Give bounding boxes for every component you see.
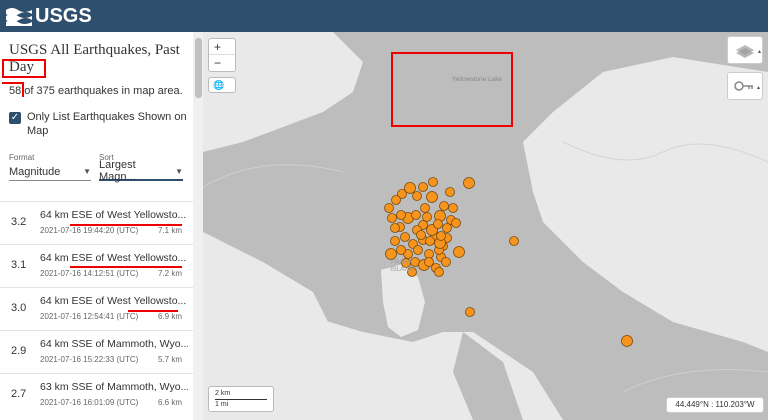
earthquake-marker[interactable]	[621, 335, 633, 347]
earthquake-marker[interactable]	[396, 245, 406, 255]
format-select[interactable]: Magnitude ▼	[9, 163, 91, 181]
only-list-label: Only List Earthquakes Shown on Map	[27, 111, 187, 137]
earthquake-marker[interactable]	[384, 203, 394, 213]
eq-time: 2021-07-16 15:22:33 (UTC)	[40, 355, 139, 364]
earthquake-marker[interactable]	[463, 177, 475, 189]
svg-text:▴: ▴	[757, 84, 760, 91]
eq-magnitude: 3.2	[11, 216, 27, 228]
eq-depth: 7.2 km	[158, 269, 183, 278]
earthquake-marker[interactable]	[390, 223, 400, 233]
eq-depth: 7.1 km	[158, 226, 183, 235]
eq-place: 64 km ESE of West Yellowsto...	[40, 252, 187, 264]
key-icon: ▴	[734, 81, 760, 91]
earthquake-marker[interactable]	[411, 210, 421, 220]
eq-magnitude: 2.7	[11, 388, 27, 400]
only-list-toggle[interactable]: ✓ Only List Earthquakes Shown on Map	[9, 110, 187, 138]
annotation-underline	[128, 310, 178, 312]
earthquake-marker[interactable]	[441, 257, 451, 267]
list-item[interactable]: 2.7 63 km SSE of Mammoth, Wyo... 2021-07-1…	[0, 373, 193, 416]
earthquake-marker[interactable]	[442, 223, 452, 233]
sidebar-scroll-thumb[interactable]	[195, 38, 202, 98]
coordinate-readout: 44.449°N : 110.203°W	[666, 397, 764, 413]
annotation-box-lake	[391, 52, 513, 127]
list-item[interactable]: 2.9 64 km SSE of Mammoth, Wyo... 2021-07-1…	[0, 330, 193, 373]
earthquake-marker[interactable]	[434, 267, 444, 277]
scale-km: 2 km	[215, 390, 231, 397]
earthquake-marker[interactable]	[385, 248, 397, 260]
road	[562, 141, 768, 163]
annotation-box-title	[2, 59, 46, 78]
eq-magnitude: 2.9	[11, 345, 27, 357]
earthquake-marker[interactable]	[391, 195, 401, 205]
earthquake-marker[interactable]	[453, 246, 465, 258]
eq-place: 64 km ESE of West Yellowsto...	[40, 295, 187, 307]
count-suffix: of 375 earthquakes in map area.	[21, 85, 183, 97]
usgs-logo[interactable]: USGS	[6, 5, 92, 27]
earthquake-marker[interactable]	[451, 218, 461, 228]
eq-time: 2021-07-16 16:01:09 (UTC)	[40, 398, 139, 407]
logo-text: USGS	[35, 4, 92, 27]
layers-icon: ▴	[736, 45, 761, 58]
format-value: Magnitude	[9, 165, 61, 178]
earthquake-marker[interactable]	[396, 210, 406, 220]
zoom-in-button[interactable]: +	[209, 39, 235, 55]
earthquake-marker[interactable]	[439, 201, 449, 211]
annotation-underline	[70, 224, 182, 226]
eq-depth: 6.9 km	[158, 312, 183, 321]
layers-button[interactable]: ▴	[727, 36, 763, 64]
earthquake-marker[interactable]	[387, 213, 397, 223]
eq-time: 2021-07-16 12:54:41 (UTC)	[40, 312, 139, 321]
eq-place: 64 km ESE of West Yellowsto...	[40, 209, 187, 221]
globe-button[interactable]: 🌐	[208, 77, 236, 93]
usgs-wave-icon	[6, 8, 32, 26]
format-label: Format	[9, 153, 35, 162]
chevron-down-icon: ▼	[175, 166, 183, 176]
scale-bar: 2 km 1 mi	[208, 386, 274, 412]
svg-text:▴: ▴	[758, 48, 761, 55]
earthquake-marker[interactable]	[465, 307, 475, 317]
island-label: FRANK ISLAND	[390, 259, 414, 273]
eq-time: 2021-07-16 19:44:20 (UTC)	[40, 226, 139, 235]
legend-button[interactable]: ▴	[727, 72, 763, 100]
annotation-box-count	[2, 82, 24, 97]
top-bar: USGS	[0, 0, 768, 32]
eq-depth: 5.7 km	[158, 355, 183, 364]
earthquake-marker[interactable]	[420, 203, 430, 213]
earthquake-marker[interactable]	[424, 257, 434, 267]
earthquake-marker[interactable]	[400, 232, 410, 242]
chevron-down-icon: ▼	[83, 167, 91, 176]
only-list-checkbox[interactable]: ✓	[9, 112, 21, 124]
scale-line	[215, 399, 267, 400]
eq-magnitude: 3.0	[11, 302, 27, 314]
earthquake-marker[interactable]	[436, 231, 446, 241]
list-item[interactable]: 3.0 64 km ESE of West Yellowsto... 2021-07…	[0, 287, 193, 330]
earthquake-marker[interactable]	[390, 236, 400, 246]
earthquake-marker[interactable]	[433, 219, 443, 229]
earthquake-marker[interactable]	[428, 177, 438, 187]
earthquake-marker[interactable]	[418, 182, 428, 192]
annotation-underline	[70, 266, 182, 268]
eq-place: 63 km SSE of Mammoth, Wyo...	[40, 381, 188, 393]
eq-time: 2021-07-16 14:12:51 (UTC)	[40, 269, 139, 278]
earthquake-count: 58 of 375 earthquakes in map area.	[9, 85, 183, 97]
sort-value: Largest Magn...	[99, 159, 136, 183]
zoom-out-button[interactable]: −	[209, 55, 235, 71]
earthquake-marker[interactable]	[413, 245, 423, 255]
earthquake-marker[interactable]	[422, 212, 432, 222]
eq-place: 64 km SSE of Mammoth, Wyo...	[40, 338, 188, 350]
sort-select[interactable]: Largest Magn... ▼	[99, 159, 183, 183]
earthquake-marker[interactable]	[426, 191, 438, 203]
earthquake-marker[interactable]	[445, 187, 455, 197]
earthquake-marker[interactable]	[416, 230, 426, 240]
earthquake-marker[interactable]	[448, 203, 458, 213]
scale-mi: 1 mi	[215, 401, 229, 408]
eq-magnitude: 3.1	[11, 259, 27, 271]
zoom-control: + −	[208, 38, 236, 72]
globe-icon: 🌐	[213, 80, 225, 90]
earthquake-marker[interactable]	[425, 236, 435, 246]
list-item[interactable]: 3.2 64 km ESE of West Yellowsto... 2021-07…	[0, 201, 193, 244]
eq-depth: 6.6 km	[158, 398, 183, 407]
earthquake-marker[interactable]	[412, 191, 422, 201]
earthquake-marker[interactable]	[509, 236, 519, 246]
